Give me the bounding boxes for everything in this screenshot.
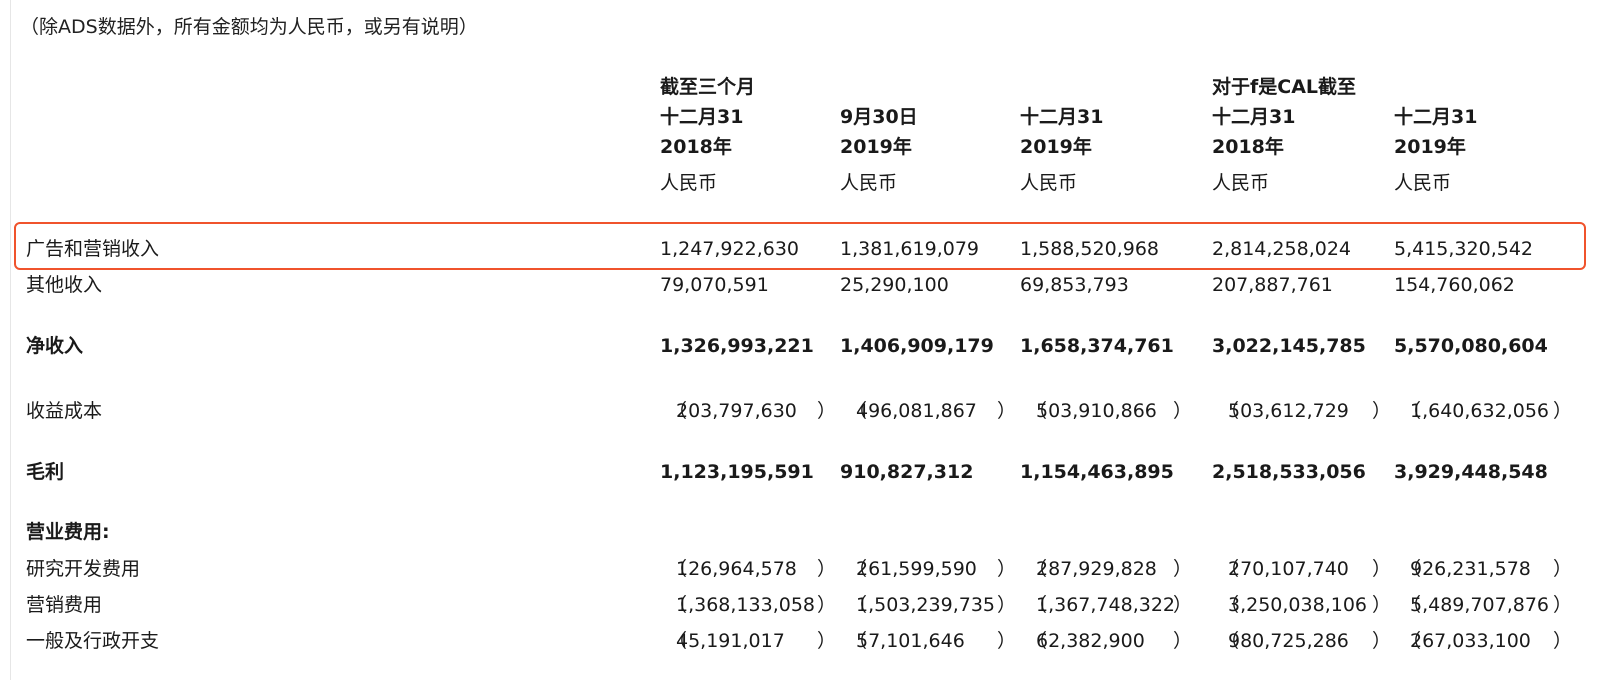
cell-value: 1,123,195,591 — [660, 461, 814, 483]
cell-value: 1,406,909,179 — [840, 335, 994, 357]
cell-value: 1,367,748,322 — [1036, 594, 1176, 616]
cell-value: 154,760,062 — [1394, 274, 1515, 296]
row-label: 营销费用 — [26, 594, 103, 616]
cell-value: 1,381,619,079 — [840, 238, 980, 260]
row-label: 广告和营销收入 — [26, 238, 160, 260]
row-label: 一般及行政开支 — [26, 630, 160, 652]
cell-value: 270,107,740 — [1228, 558, 1349, 580]
paren-close: ） — [997, 400, 1017, 422]
cell-value: 62,382,900 — [1036, 630, 1145, 652]
column-currency: 人民币 — [840, 172, 898, 194]
paren-close: ） — [817, 630, 837, 652]
cell-value: 45,191,017 — [676, 630, 785, 652]
column-date: 十二月31 — [660, 106, 744, 128]
cell-value: 287,929,828 — [1036, 558, 1157, 580]
cell-value: 1,247,922,630 — [660, 238, 800, 260]
cell-value: 207,887,761 — [1212, 274, 1333, 296]
paren-close: ） — [1372, 630, 1392, 652]
row-label: 其他收入 — [26, 274, 103, 296]
paren-close: ） — [1173, 594, 1193, 616]
column-currency: 人民币 — [1212, 172, 1270, 194]
cell-value: 5,415,320,542 — [1394, 238, 1534, 260]
cell-value: 3,022,145,785 — [1212, 335, 1366, 357]
cell-value: 1,368,133,058 — [676, 594, 816, 616]
cell-value: 503,910,866 — [1036, 400, 1157, 422]
paren-close: ） — [997, 594, 1017, 616]
cell-value: 2,814,258,024 — [1212, 238, 1352, 260]
column-year: 2019年 — [1020, 136, 1092, 158]
row-label: 研究开发费用 — [26, 558, 141, 580]
column-currency: 人民币 — [660, 172, 718, 194]
cell-value: 1,640,632,056 — [1410, 400, 1550, 422]
row-label: 毛利 — [26, 461, 65, 483]
year-ended-header: 对于f是CAL截至 — [1212, 76, 1357, 98]
row-label: 营业费用: — [26, 521, 110, 543]
cell-value: 496,081,867 — [856, 400, 977, 422]
cell-value: 57,101,646 — [856, 630, 965, 652]
cell-value: 5,489,707,876 — [1410, 594, 1550, 616]
paren-close: ） — [1553, 630, 1573, 652]
paren-close: ） — [1553, 558, 1573, 580]
column-currency: 人民币 — [1394, 172, 1452, 194]
cell-value: 980,725,286 — [1228, 630, 1349, 652]
row-label: 净收入 — [26, 335, 84, 357]
paren-close: ） — [817, 400, 837, 422]
cell-value: 1,503,239,735 — [856, 594, 996, 616]
three-month-header: 截至三个月 — [660, 76, 756, 98]
cell-value: 1,326,993,221 — [660, 335, 814, 357]
cell-value: 2,518,533,056 — [1212, 461, 1366, 483]
column-year: 2018年 — [660, 136, 732, 158]
cell-value: 503,612,729 — [1228, 400, 1349, 422]
row-label: 收益成本 — [26, 400, 103, 422]
cell-value: 1,588,520,968 — [1020, 238, 1160, 260]
column-date: 十二月31 — [1212, 106, 1296, 128]
paren-close: ） — [1553, 400, 1573, 422]
column-date: 9月30日 — [840, 106, 918, 128]
paren-close: ） — [1173, 558, 1193, 580]
cell-value: 1,658,374,761 — [1020, 335, 1174, 357]
column-year: 2019年 — [1394, 136, 1466, 158]
cell-value: 1,154,463,895 — [1020, 461, 1174, 483]
cell-value: 926,231,578 — [1410, 558, 1531, 580]
column-date: 十二月31 — [1020, 106, 1104, 128]
left-border-line — [10, 0, 11, 680]
paren-close: ） — [997, 558, 1017, 580]
paren-close: ） — [817, 594, 837, 616]
paren-close: ） — [817, 558, 837, 580]
cell-value: 3,250,038,106 — [1228, 594, 1368, 616]
paren-close: ） — [1173, 630, 1193, 652]
cell-value: 126,964,578 — [676, 558, 797, 580]
cell-value: 203,797,630 — [676, 400, 797, 422]
cell-value: 261,599,590 — [856, 558, 977, 580]
cell-value: 69,853,793 — [1020, 274, 1129, 296]
paren-close: ） — [1372, 558, 1392, 580]
column-currency: 人民币 — [1020, 172, 1078, 194]
currency-note: （除ADS数据外，所有金额均为人民币，或另有说明） — [20, 16, 478, 38]
cell-value: 910,827,312 — [840, 461, 974, 483]
paren-close: ） — [997, 630, 1017, 652]
paren-close: ） — [1173, 400, 1193, 422]
cell-value: 79,070,591 — [660, 274, 769, 296]
paren-close: ） — [1553, 594, 1573, 616]
column-year: 2018年 — [1212, 136, 1284, 158]
column-year: 2019年 — [840, 136, 912, 158]
cell-value: 3,929,448,548 — [1394, 461, 1548, 483]
cell-value: 267,033,100 — [1410, 630, 1531, 652]
paren-close: ） — [1372, 594, 1392, 616]
column-date: 十二月31 — [1394, 106, 1478, 128]
cell-value: 5,570,080,604 — [1394, 335, 1548, 357]
paren-close: ） — [1372, 400, 1392, 422]
cell-value: 25,290,100 — [840, 274, 949, 296]
